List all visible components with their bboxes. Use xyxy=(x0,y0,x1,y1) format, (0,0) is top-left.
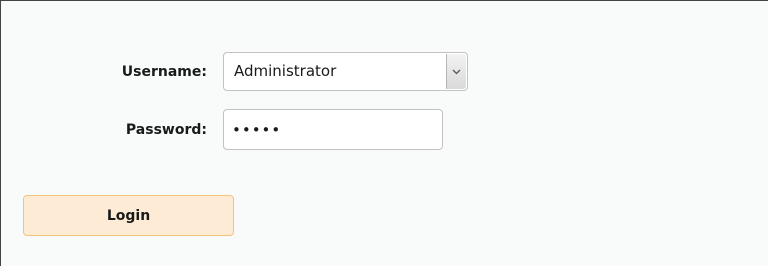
username-select-value: Administrator xyxy=(234,62,337,80)
dropdown-button[interactable] xyxy=(446,54,466,89)
password-field[interactable] xyxy=(223,109,443,150)
chevron-down-icon xyxy=(452,69,461,74)
username-select[interactable]: Administrator xyxy=(223,52,468,91)
login-button[interactable]: Login xyxy=(23,195,234,236)
login-panel: Username: Administrator Password: Login xyxy=(0,0,768,266)
password-label: Password: xyxy=(125,122,207,138)
username-label: Username: xyxy=(121,64,207,80)
